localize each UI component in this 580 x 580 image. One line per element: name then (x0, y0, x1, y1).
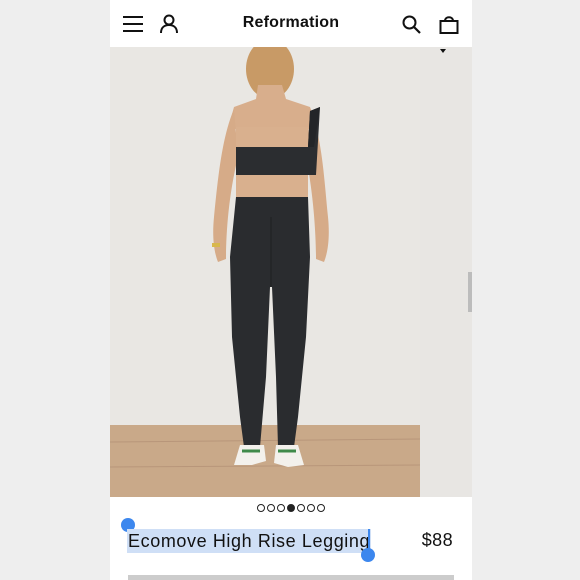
account-icon-glyph (160, 14, 178, 34)
product-title[interactable]: Ecomove High Rise Legging (127, 529, 372, 553)
bag-icon[interactable] (437, 12, 461, 36)
backdrop-left (0, 0, 110, 580)
next-product-photo-peek[interactable] (420, 47, 472, 497)
product-price: $88 (421, 530, 453, 550)
search-icon[interactable] (399, 12, 423, 36)
bag-icon-glyph (439, 16, 459, 34)
bottom-divider (128, 575, 454, 580)
search-icon-glyph (402, 15, 421, 34)
carousel-dot[interactable] (267, 504, 275, 512)
carousel-pagination (110, 503, 472, 515)
product-info-row: Ecomove High Rise Legging $88 (110, 518, 472, 562)
product-photo (110, 47, 420, 497)
selection-end-handle[interactable] (361, 548, 375, 562)
phone-screen: Reformation Ecomove High Rise Legging $8… (110, 0, 472, 580)
backdrop-right (472, 0, 580, 580)
menu-icon[interactable] (121, 12, 145, 36)
carousel-dot[interactable] (277, 504, 285, 512)
carousel-dot-active[interactable] (287, 504, 295, 512)
top-header: Reformation (110, 0, 472, 47)
menu-icon-glyph (123, 16, 143, 32)
next-photo-glyph (420, 47, 472, 497)
carousel-dot[interactable] (257, 504, 265, 512)
account-icon[interactable] (157, 12, 181, 36)
product-image-carousel[interactable] (110, 47, 472, 497)
carousel-dot[interactable] (297, 504, 305, 512)
carousel-dot[interactable] (317, 504, 325, 512)
carousel-dot[interactable] (307, 504, 315, 512)
brand-name[interactable]: Reformation (243, 14, 339, 31)
